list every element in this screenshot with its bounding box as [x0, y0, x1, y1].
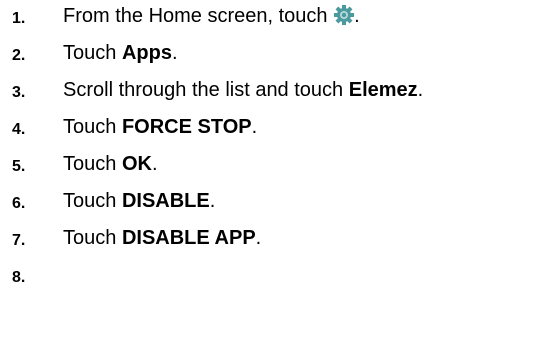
step-prefix: Scroll through the list and touch — [63, 79, 349, 101]
step-emphasis: DISABLE — [121, 190, 210, 212]
step-text: From the Home screen, touch . — [63, 4, 360, 28]
step-3: 3. Scroll through the list and touch Ele… — [0, 74, 540, 104]
step-number: 6. — [12, 195, 26, 212]
step-suffix: . — [354, 5, 360, 27]
step-prefix: Touch — [63, 227, 122, 249]
step-number: 2. — [12, 47, 26, 64]
step-number: 5. — [12, 158, 26, 175]
step-prefix: Touch — [63, 190, 122, 212]
step-8: 8. — [0, 259, 540, 289]
step-text: Touch DISABLE. — [63, 189, 215, 213]
step-text: Touch OK. — [63, 152, 158, 176]
step-number: 7. — [12, 232, 26, 249]
step-emphasis: OK — [121, 153, 152, 175]
step-suffix: . — [251, 116, 258, 138]
step-suffix: . — [171, 42, 178, 64]
step-prefix: From the Home screen, touch — [63, 5, 334, 27]
step-emphasis: Elemez — [348, 79, 418, 101]
step-number: 8. — [12, 269, 26, 286]
step-emphasis: Apps — [121, 42, 172, 64]
step-emphasis: DISABLE APP — [121, 227, 256, 249]
settings-gear-icon — [334, 5, 355, 25]
step-text: Touch FORCE STOP. — [63, 115, 257, 139]
step-number: 1. — [12, 10, 26, 27]
step-number: 3. — [12, 84, 26, 101]
step-2: 2. Touch Apps. — [0, 37, 540, 67]
step-suffix: . — [209, 190, 216, 212]
step-suffix: . — [417, 79, 424, 101]
step-number: 4. — [12, 121, 26, 138]
step-prefix: Touch — [63, 116, 122, 138]
step-7: 7. Touch DISABLE APP. — [0, 222, 540, 252]
step-prefix: Touch — [63, 42, 122, 64]
step-emphasis: FORCE STOP — [121, 116, 252, 138]
step-text: Touch Apps. — [63, 41, 178, 65]
step-6: 6. Touch DISABLE. — [0, 185, 540, 215]
step-prefix: Touch — [63, 153, 122, 175]
step-suffix: . — [255, 227, 262, 249]
step-5: 5. Touch OK. — [0, 148, 540, 178]
step-1: 1. From the Home screen, touch . — [0, 0, 540, 30]
step-text: Scroll through the list and touch Elemez… — [63, 78, 423, 102]
step-text: Touch DISABLE APP. — [63, 226, 261, 250]
step-suffix: . — [151, 153, 158, 175]
step-4: 4. Touch FORCE STOP. — [0, 111, 540, 141]
